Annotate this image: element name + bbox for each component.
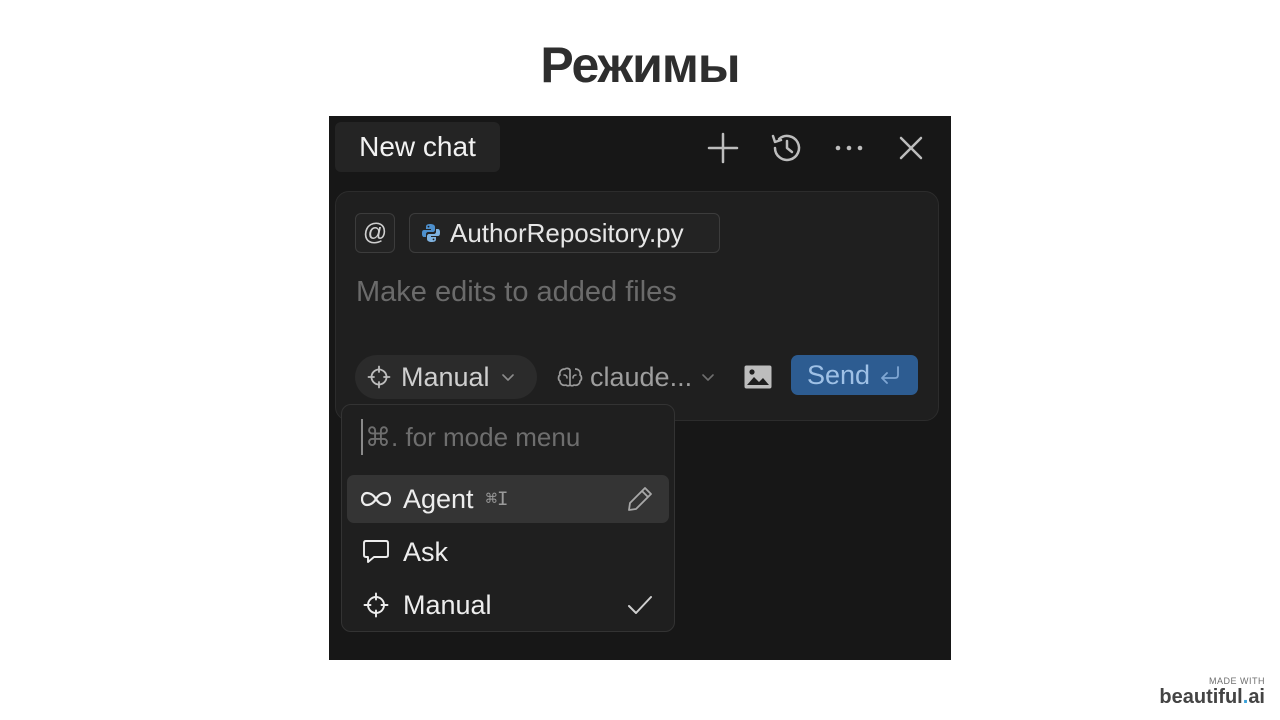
chat-input-card: @ AuthorRepository.py Manual — [335, 191, 939, 421]
model-selector[interactable]: claude... — [556, 355, 726, 399]
send-button[interactable]: Send — [791, 355, 918, 395]
close-icon — [899, 136, 923, 160]
mode-option-agent[interactable]: Agent ⌘I — [347, 475, 669, 523]
brain-icon — [557, 367, 583, 387]
infinity-icon — [361, 491, 391, 507]
close-panel-button[interactable] — [891, 128, 931, 168]
python-icon — [422, 224, 440, 242]
mode-option-manual[interactable]: Manual — [347, 581, 669, 629]
check-icon — [628, 596, 652, 614]
tab-new-chat[interactable]: New chat — [335, 122, 500, 172]
brand-logo[interactable]: beautiful.ai — [1150, 686, 1265, 709]
more-icon — [835, 145, 863, 151]
pencil-icon — [628, 487, 652, 511]
more-options-button[interactable] — [829, 128, 869, 168]
mode-selector[interactable]: Manual — [355, 355, 537, 399]
made-with-label: MADE WITH — [1209, 676, 1265, 686]
brand-suffix: ai — [1248, 686, 1265, 708]
crosshair-icon — [367, 365, 391, 389]
edit-mode-button[interactable] — [625, 484, 655, 514]
mode-option-ask[interactable]: Ask — [347, 528, 669, 576]
mode-option-manual-label: Manual — [403, 589, 492, 620]
chat-bubble-icon — [363, 540, 389, 563]
add-context-button[interactable]: @ — [355, 213, 395, 253]
enter-icon — [881, 366, 899, 384]
brand-main: beautiful — [1159, 686, 1243, 708]
history-icon — [771, 134, 801, 162]
image-icon — [744, 365, 772, 389]
mode-menu: Agent ⌘I Ask — [341, 404, 675, 632]
chevron-down-icon — [702, 374, 714, 381]
chevron-down-icon — [501, 374, 514, 381]
plus-icon — [707, 132, 739, 164]
attach-image-button[interactable] — [742, 362, 774, 392]
mode-selector-label: Manual — [401, 361, 490, 392]
slide-title: Режимы — [540, 37, 740, 93]
new-chat-button[interactable] — [703, 128, 743, 168]
history-button[interactable] — [767, 128, 807, 168]
at-symbol-icon: @ — [362, 219, 388, 246]
context-file-chip[interactable]: AuthorRepository.py — [409, 213, 720, 253]
mode-option-agent-shortcut: ⌘I — [485, 488, 509, 510]
mode-menu-search-input[interactable] — [361, 419, 655, 455]
model-selector-label: claude... — [590, 361, 693, 392]
chat-prompt-input[interactable] — [356, 270, 916, 314]
mode-option-agent-label: Agent — [403, 483, 474, 514]
context-file-name: AuthorRepository.py — [450, 217, 684, 248]
chat-panel: New chat @ AuthorRepository.py Make edit… — [329, 116, 951, 660]
crosshair-icon — [363, 592, 389, 618]
send-button-label: Send — [806, 359, 871, 390]
mode-option-ask-label: Ask — [403, 536, 449, 567]
selected-check — [625, 590, 655, 620]
